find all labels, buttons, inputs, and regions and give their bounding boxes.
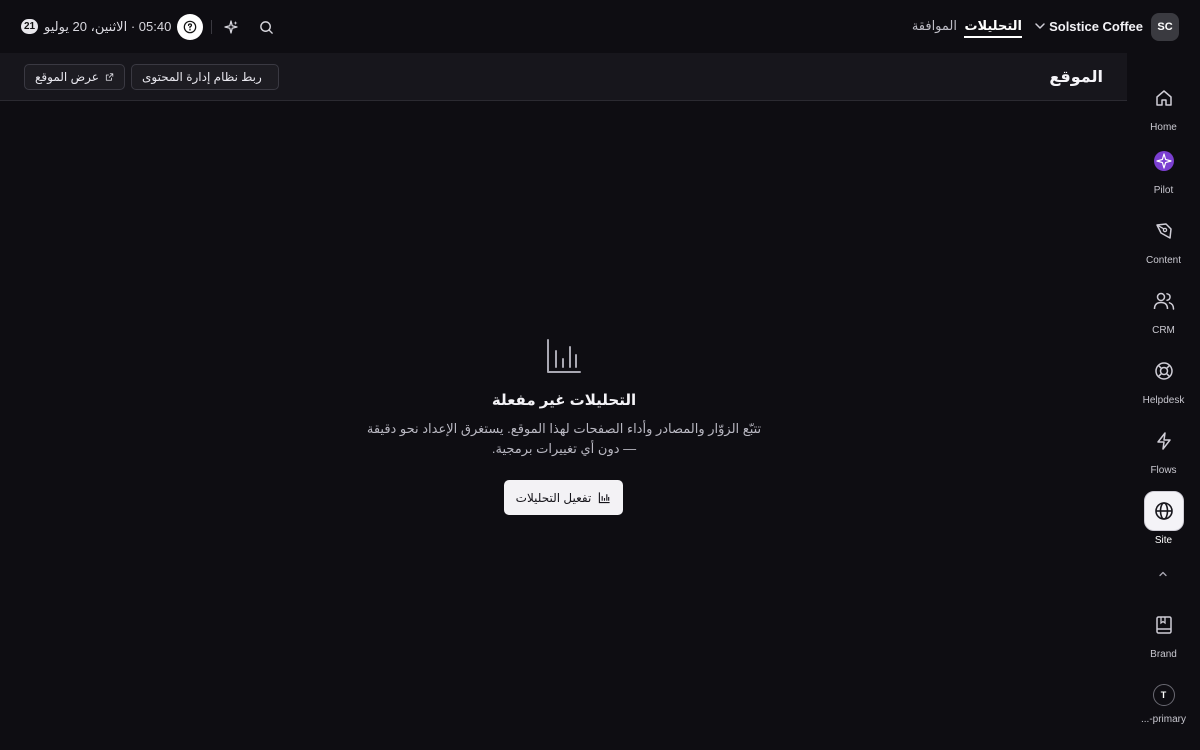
rail-item-flows[interactable]: Flows (1127, 421, 1200, 476)
tab-approval[interactable]: الموافقة (912, 18, 957, 34)
rail-label: ...-primary (1141, 714, 1186, 725)
day-badge: 21 (21, 19, 38, 34)
rail-label: CRM (1152, 325, 1175, 336)
pen-tool-icon (1144, 211, 1184, 251)
rail-label: Helpdesk (1142, 395, 1185, 406)
connect-cms-button[interactable]: ربط نظام إدارة المحتوى (131, 64, 279, 90)
bar-chart-icon (547, 339, 581, 373)
home-icon (1144, 78, 1184, 118)
rail-item-brand[interactable]: Brand (1127, 605, 1200, 660)
rail-item-site[interactable]: Site (1127, 491, 1200, 546)
tab-analytics[interactable]: التحليلات (964, 18, 1022, 38)
rail-item-profile[interactable]: T ...-primary (1127, 684, 1200, 725)
chevron-up-icon[interactable] (1156, 567, 1170, 581)
pilot-icon (1144, 141, 1184, 181)
rail-label: Home (1150, 122, 1177, 133)
sparkles-icon[interactable] (217, 13, 245, 41)
enable-analytics-button[interactable]: تفعيل التحليلات (504, 480, 623, 515)
view-site-button[interactable]: عرض الموقع (24, 64, 125, 90)
right-rail: Home Pilot Content CRM Helpdesk Flows Si… (1127, 53, 1200, 750)
rail-item-crm[interactable]: CRM (1127, 281, 1200, 336)
zap-icon (1144, 421, 1184, 461)
users-icon (1144, 281, 1184, 321)
help-icon[interactable] (177, 14, 203, 40)
enable-analytics-label: تفعيل التحليلات (515, 490, 592, 505)
top-bar: SC Solstice Coffee التحليلات الموافقة 05… (0, 0, 1200, 53)
rail-item-helpdesk[interactable]: Helpdesk (1127, 351, 1200, 406)
page-header: الموقع ربط نظام إدارة المحتوى عرض الموقع (0, 53, 1127, 101)
app-root: SC Solstice Coffee التحليلات الموافقة 05… (0, 0, 1200, 750)
rail-item-pilot[interactable]: Pilot (1127, 141, 1200, 196)
divider (211, 20, 212, 34)
book-icon (1144, 605, 1184, 645)
view-site-label: عرض الموقع (35, 70, 99, 84)
rail-label: Content (1145, 255, 1182, 266)
main-content: التحليلات غير مفعلة تتبّع الزوّار والمصا… (0, 101, 1127, 750)
empty-state-title: التحليلات غير مفعلة (491, 392, 637, 409)
date-time: 05:40 · الاثنين، 20 يوليو (44, 19, 172, 34)
rail-label: Flows (1150, 465, 1177, 476)
empty-state-description: تتبّع الزوّار والمصادر وأداء الصفحات لهذ… (366, 421, 762, 456)
rail-item-content[interactable]: Content (1127, 211, 1200, 266)
bar-chart-icon (599, 492, 610, 504)
workspace-avatar[interactable]: SC (1151, 13, 1179, 41)
globe-icon (1143, 491, 1184, 531)
workspace-name[interactable]: Solstice Coffee (1049, 19, 1143, 34)
external-link-icon (105, 73, 114, 81)
search-icon[interactable] (252, 13, 280, 41)
rail-item-home[interactable]: Home (1127, 78, 1200, 133)
rail-label: Brand (1150, 649, 1177, 660)
rail-label: Pilot (1153, 185, 1174, 196)
chevron-down-icon[interactable] (1033, 19, 1047, 33)
rail-label: Site (1154, 535, 1173, 546)
connect-cms-label: ربط نظام إدارة المحتوى (142, 70, 262, 84)
page-title: الموقع (1049, 69, 1103, 86)
lifebuoy-icon (1144, 351, 1184, 391)
profile-avatar: T (1152, 684, 1175, 706)
